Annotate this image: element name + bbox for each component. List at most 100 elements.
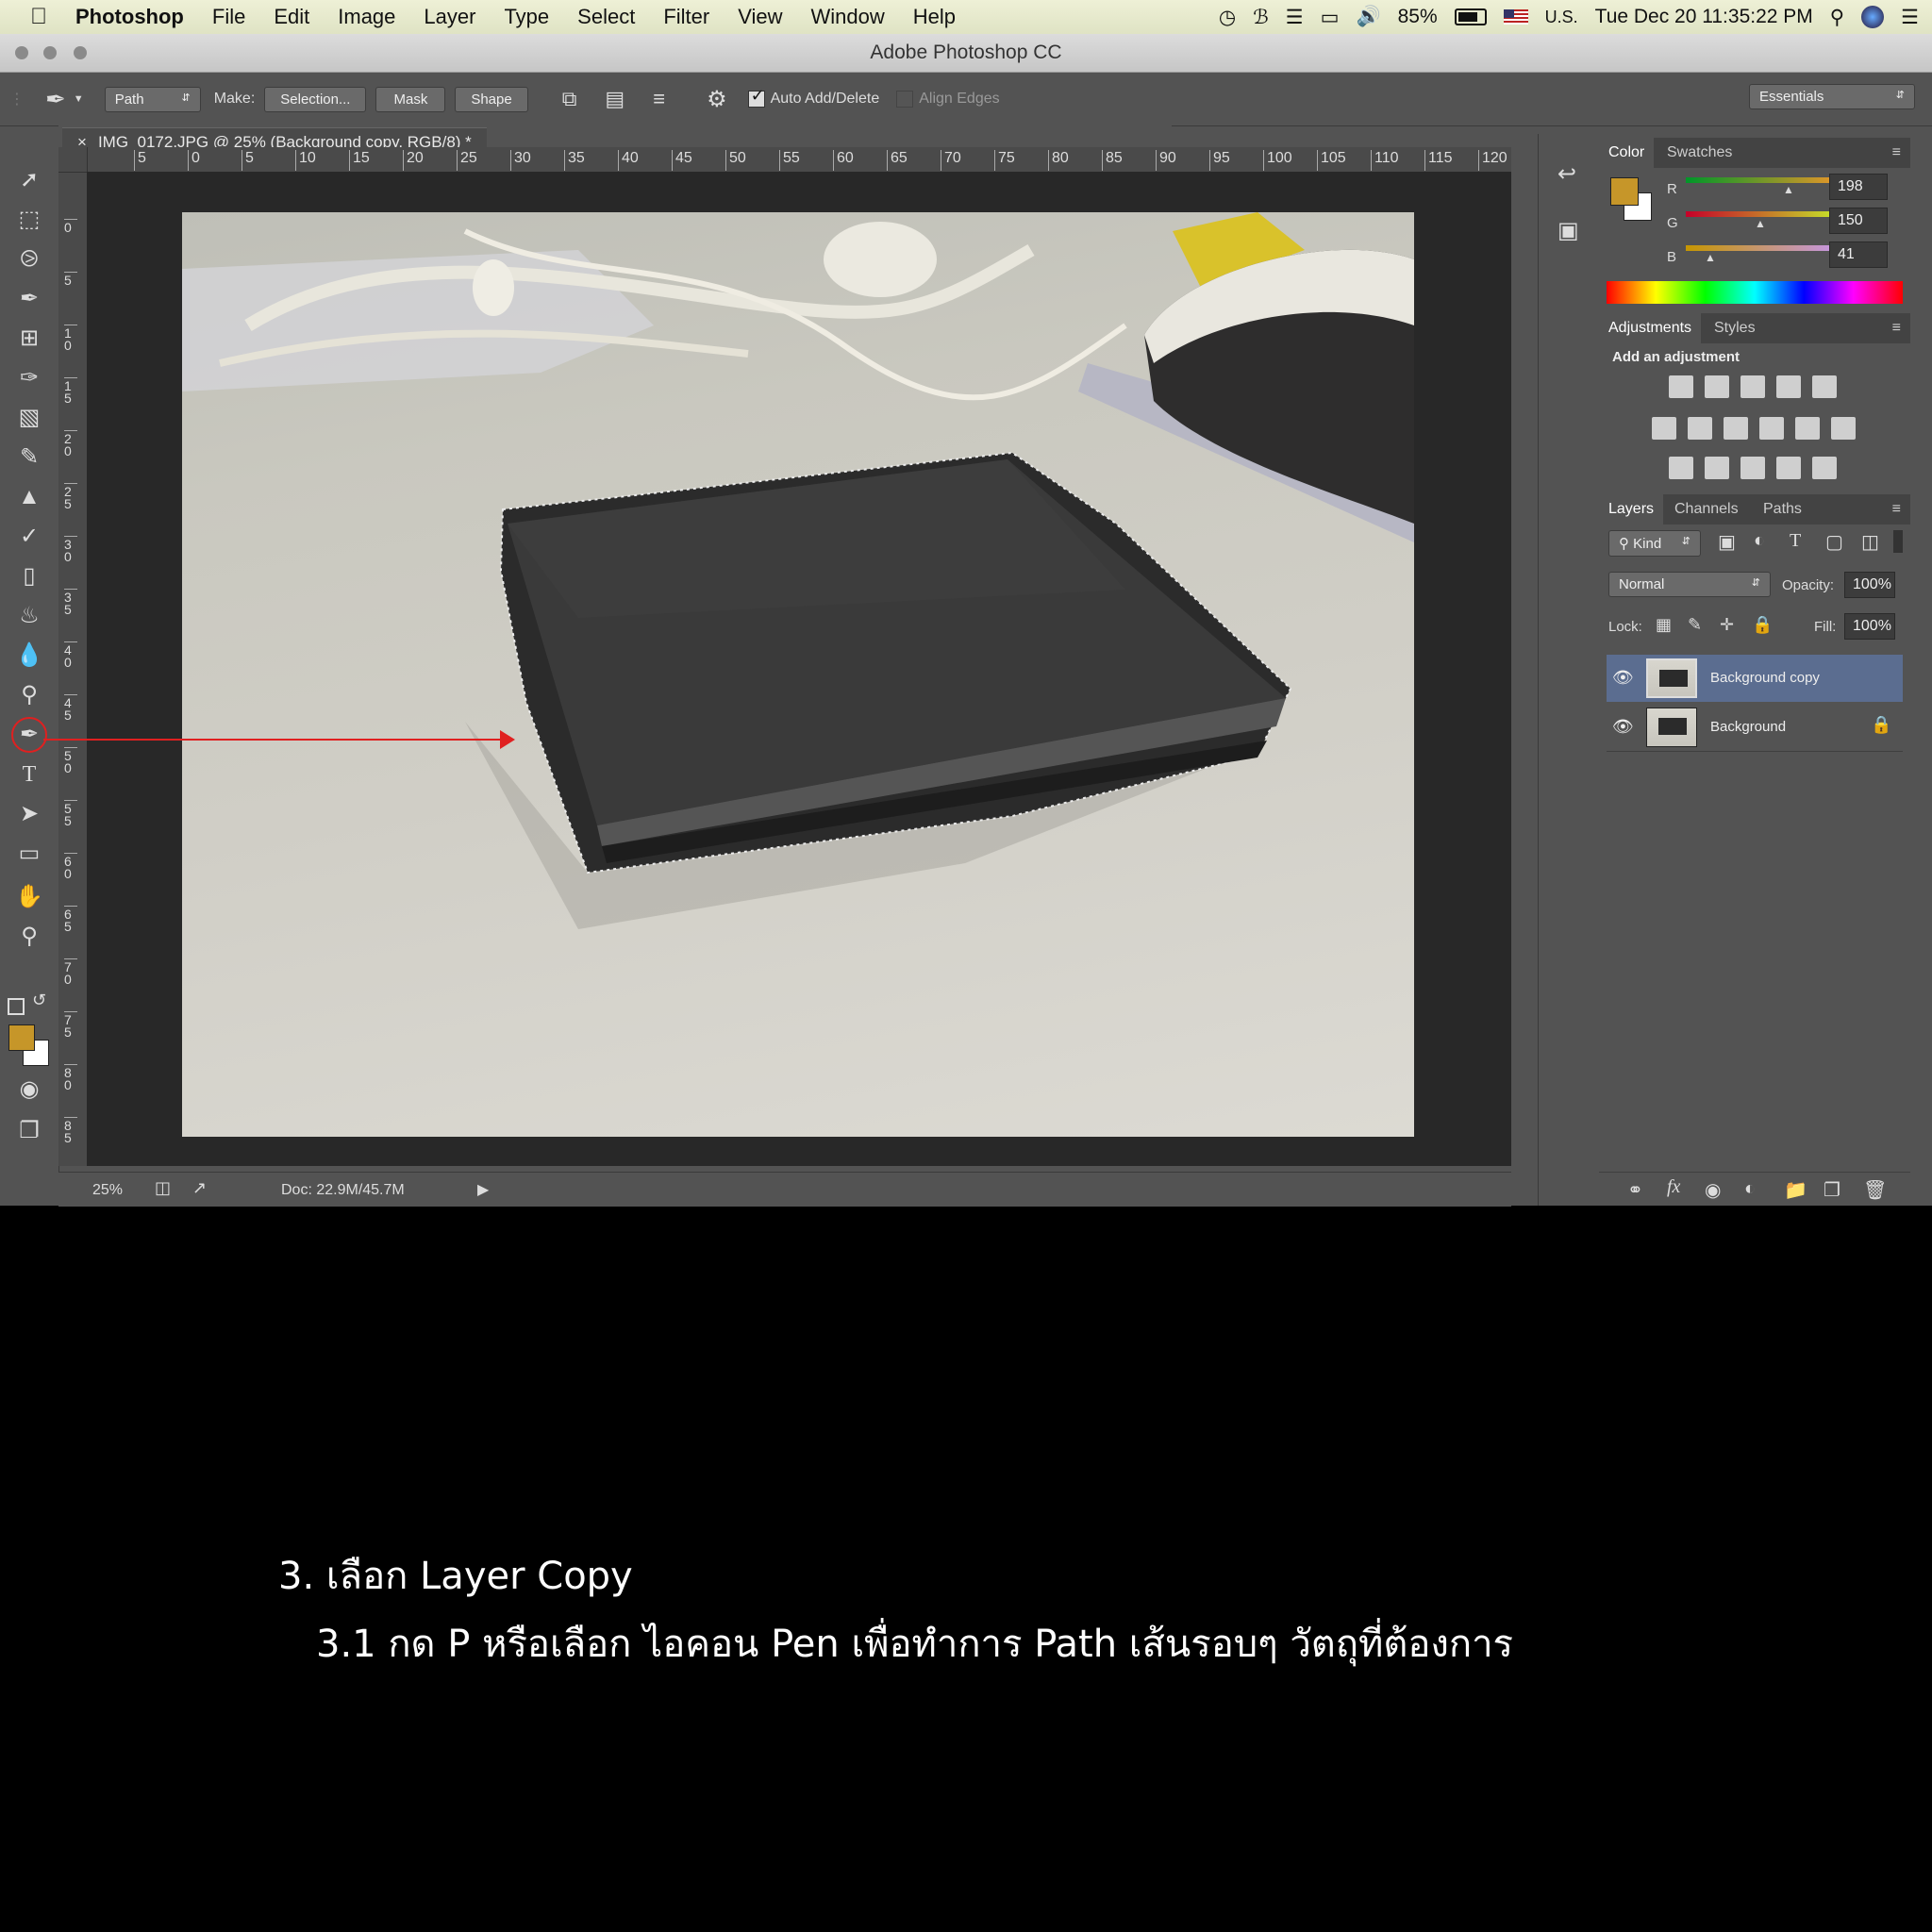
pen-mode-select[interactable]: Path ⇵ (104, 86, 201, 112)
volume-icon[interactable]: 🔊 (1356, 6, 1380, 28)
exposure-icon[interactable] (1776, 375, 1801, 398)
threshold-icon[interactable] (1740, 457, 1765, 479)
layer-filter-select[interactable]: ⚲ Kind ⇵ (1608, 530, 1701, 557)
bluetooth-icon[interactable]: ℬ (1253, 6, 1269, 29)
layer-visibility-eye-icon[interactable]: 👁 (1612, 668, 1634, 688)
filter-adjustment-icon[interactable]: ◐ (1754, 530, 1765, 552)
document-image[interactable] (182, 212, 1414, 1137)
add-mask-icon[interactable]: ◉ (1705, 1178, 1721, 1202)
brightness-contrast-icon[interactable] (1669, 375, 1693, 398)
menu-help[interactable]: Help (913, 5, 956, 29)
menu-window[interactable]: Window (811, 5, 885, 29)
layer-thumbnail[interactable] (1646, 708, 1697, 747)
eraser-tool-icon[interactable]: ▯ (10, 558, 48, 594)
r-slider-thumb[interactable]: ▲ (1783, 183, 1794, 196)
pen-tool-icon[interactable]: ✒ (11, 717, 47, 753)
time-machine-icon[interactable]: ◷ (1219, 6, 1236, 29)
flag-icon[interactable] (1503, 9, 1528, 25)
crop-tool-icon[interactable]: ⊞ (10, 321, 48, 357)
move-tool-icon[interactable]: ➚ (10, 162, 48, 198)
menu-layer[interactable]: Layer (424, 5, 475, 29)
make-selection-button[interactable]: Selection... (264, 86, 367, 112)
workspace-select[interactable]: Essentials ⇵ (1749, 84, 1915, 109)
quick-mask-icon[interactable]: ◉ (10, 1072, 48, 1108)
photo-filter-icon[interactable] (1759, 417, 1784, 440)
tab-adjustments[interactable]: Adjustments (1599, 313, 1702, 343)
ruler-origin[interactable] (58, 147, 88, 173)
apple-icon[interactable]:  (30, 4, 47, 30)
lock-pixels-icon[interactable]: ✎ (1688, 615, 1702, 635)
battery-icon[interactable] (1454, 8, 1487, 25)
foreground-color-swatch[interactable] (8, 1024, 35, 1051)
vibrance-icon[interactable] (1812, 375, 1837, 398)
menu-edit[interactable]: Edit (274, 5, 309, 29)
menu-filter[interactable]: Filter (663, 5, 709, 29)
make-shape-button[interactable]: Shape (455, 86, 528, 112)
layer-row-background[interactable]: 👁 Background 🔒 (1607, 704, 1903, 752)
rectangle-tool-icon[interactable]: ▭ (10, 836, 48, 872)
tab-styles[interactable]: Styles (1705, 313, 1765, 343)
lock-transparent-icon[interactable]: ▦ (1656, 615, 1672, 635)
properties-panel-icon[interactable]: ▣ (1557, 217, 1579, 244)
healing-brush-tool-icon[interactable]: ▧ (10, 400, 48, 436)
default-colors-icon[interactable] (8, 998, 25, 1015)
tab-swatches[interactable]: Swatches (1657, 138, 1741, 168)
filter-smart-object-icon[interactable]: ◫ (1861, 530, 1879, 554)
history-brush-tool-icon[interactable]: ✓ (10, 519, 48, 555)
zoom-window-button[interactable] (74, 46, 87, 59)
layer-name[interactable]: Background (1710, 719, 1786, 735)
battery-percent[interactable]: 85% (1398, 6, 1438, 28)
layer-thumbnail[interactable] (1646, 658, 1697, 698)
auto-add-delete-checkbox[interactable]: ✓ Auto Add/Delete (747, 86, 879, 108)
status-info-icon[interactable]: ◫ (155, 1178, 171, 1198)
wifi-icon[interactable]: ☰ (1286, 6, 1304, 29)
filter-pixel-icon[interactable]: ▣ (1718, 530, 1736, 554)
menu-image[interactable]: Image (338, 5, 395, 29)
layer-style-fx-icon[interactable]: fx (1667, 1176, 1680, 1198)
color-lookup-icon[interactable] (1831, 417, 1856, 440)
path-alignment-icon[interactable]: ▤ (605, 87, 625, 111)
lasso-tool-icon[interactable]: ⧁ (10, 242, 48, 277)
horizontal-ruler[interactable]: 5 0 5 10 15 20 25 30 35 40 45 50 55 60 65 70 75 80 85 90 95 1… (87, 147, 1511, 173)
g-value[interactable]: 150 (1829, 208, 1888, 234)
hand-tool-icon[interactable]: ✋ (10, 879, 48, 915)
new-layer-icon[interactable]: ❐ (1824, 1178, 1840, 1202)
clock[interactable]: Tue Dec 20 11:35:22 PM (1595, 6, 1813, 28)
close-window-button[interactable] (15, 46, 28, 59)
lock-all-icon[interactable]: 🔒 (1752, 615, 1773, 635)
filter-shape-icon[interactable]: ▢ (1825, 530, 1843, 554)
color-fg-swatch[interactable] (1610, 177, 1639, 206)
gradient-map-icon[interactable] (1812, 457, 1837, 479)
levels-icon[interactable] (1705, 375, 1729, 398)
menu-view[interactable]: View (738, 5, 782, 29)
new-adjustment-layer-icon[interactable]: ◐ (1744, 1178, 1756, 1200)
tab-color[interactable]: Color (1599, 138, 1655, 168)
filter-toggle-icon[interactable] (1893, 530, 1903, 553)
curves-icon[interactable] (1740, 375, 1765, 398)
layer-row-background-copy[interactable]: 👁 Background copy (1607, 655, 1903, 702)
paint-bucket-tool-icon[interactable]: ♨ (10, 598, 48, 634)
history-panel-icon[interactable]: ↩ (1557, 160, 1576, 188)
brush-tool-icon[interactable]: ✎ (10, 440, 48, 475)
make-mask-button[interactable]: Mask (375, 86, 446, 112)
opacity-value[interactable]: 100% (1844, 572, 1895, 598)
tab-channels[interactable]: Channels (1665, 494, 1748, 525)
path-arrangement-icon[interactable]: ≡ (653, 87, 665, 111)
blur-tool-icon[interactable]: 💧 (10, 638, 48, 674)
settings-gear-icon[interactable]: ⚙ (707, 86, 727, 113)
r-value[interactable]: 198 (1829, 174, 1888, 200)
menu-select[interactable]: Select (577, 5, 635, 29)
screen-mode-icon[interactable]: ❐ (10, 1113, 48, 1149)
status-share-icon[interactable]: ↗ (192, 1178, 207, 1198)
g-slider-thumb[interactable]: ▲ (1755, 217, 1766, 230)
link-layers-icon[interactable]: ⚭ (1627, 1178, 1643, 1202)
filter-type-icon[interactable]: T (1790, 530, 1801, 552)
channel-mixer-icon[interactable] (1795, 417, 1820, 440)
color-spectrum-ramp[interactable] (1607, 281, 1903, 304)
siri-icon[interactable] (1861, 6, 1885, 28)
zoom-tool-icon[interactable]: ⚲ (10, 919, 48, 955)
selective-color-icon[interactable] (1776, 457, 1801, 479)
invert-icon[interactable] (1669, 457, 1693, 479)
posterize-icon[interactable] (1705, 457, 1729, 479)
pen-tool-preset-icon[interactable]: ✒ (45, 85, 66, 114)
